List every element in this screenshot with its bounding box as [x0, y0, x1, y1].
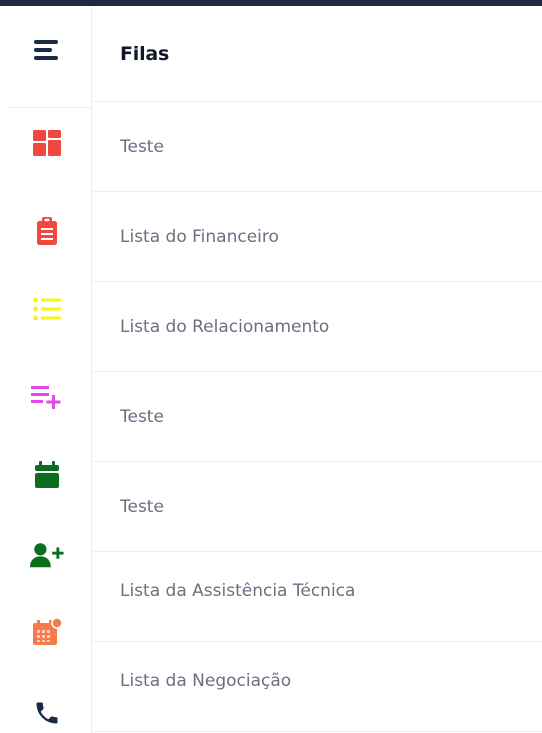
- queue-item-label: Lista da Negociação: [120, 671, 292, 691]
- queue-item-label: Lista do Financeiro: [120, 226, 279, 247]
- queue-item-label: Teste: [120, 496, 164, 517]
- queues-panel: Filas Teste Lista do Financeiro Lista do…: [93, 6, 542, 733]
- list-nav-button[interactable]: [30, 292, 64, 326]
- icon-sidebar: [0, 6, 92, 733]
- queue-list-item[interactable]: Teste: [93, 102, 542, 192]
- dashboard-nav-button[interactable]: [30, 126, 64, 160]
- calendar-icon: [35, 461, 59, 488]
- sidebar-divider: [8, 107, 92, 108]
- user-add-icon: [30, 543, 64, 568]
- queue-list-item[interactable]: Lista da Negociação: [93, 642, 542, 732]
- queue-item-label: Teste: [120, 406, 164, 427]
- calendar-nav-button[interactable]: [30, 458, 64, 492]
- menu-toggle-button[interactable]: [30, 33, 64, 67]
- clipboard-icon: [37, 217, 57, 245]
- clipboard-nav-button[interactable]: [30, 214, 64, 248]
- queue-list-item[interactable]: Teste: [93, 372, 542, 462]
- queue-item-label: Teste: [120, 136, 164, 157]
- phone-nav-button[interactable]: [30, 696, 64, 730]
- calendar-notification-nav-button[interactable]: [30, 615, 64, 649]
- menu-icon: [34, 40, 58, 60]
- panel-header: Filas: [93, 6, 542, 102]
- queue-list-item[interactable]: Lista da Assistência Técnica: [93, 552, 542, 642]
- playlist-add-nav-button[interactable]: [30, 380, 64, 414]
- calendar-notification-icon: [33, 617, 63, 645]
- add-user-nav-button[interactable]: [30, 538, 64, 572]
- page-title: Filas: [120, 42, 170, 65]
- phone-icon: [36, 702, 58, 724]
- queue-item-label: Lista do Relacionamento: [120, 316, 330, 337]
- queue-list-item[interactable]: Lista do Financeiro: [93, 192, 542, 282]
- dashboard-icon: [33, 130, 61, 156]
- queue-list-item[interactable]: Lista do Relacionamento: [93, 282, 542, 372]
- playlist-add-icon: [31, 386, 61, 409]
- list-icon: [33, 297, 61, 321]
- queue-list-item[interactable]: Teste: [93, 462, 542, 552]
- queue-item-label: Lista da Assistência Técnica: [120, 581, 356, 601]
